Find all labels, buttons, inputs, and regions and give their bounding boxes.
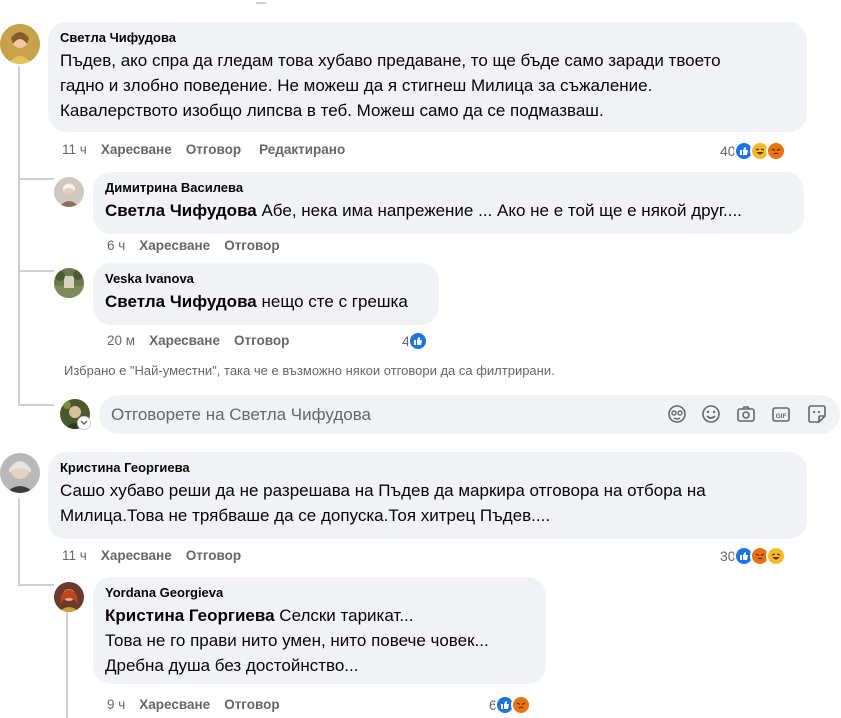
haha-icon [765, 546, 786, 566]
like-button[interactable]: Харесване [139, 697, 210, 713]
reply-text: Кристина Георгиева Селски тарикат... Тов… [105, 606, 489, 675]
avatar[interactable] [0, 453, 40, 493]
avatar[interactable] [54, 177, 84, 207]
reply-meta: 9 ч Харесване Отговор [107, 697, 280, 713]
edited-label[interactable]: Редактирано [259, 142, 345, 158]
thread-branch [18, 404, 54, 406]
thread-line [18, 66, 20, 406]
reply-button[interactable]: Отговор [224, 697, 279, 713]
reply-button[interactable]: Отговор [224, 238, 279, 254]
reaction-summary[interactable]: 30 [720, 546, 786, 566]
reply-author[interactable]: Yordana Georgieva [105, 585, 534, 601]
like-button[interactable]: Харесване [149, 333, 220, 349]
reaction-summary[interactable]: 40 [720, 141, 786, 161]
avatar[interactable] [54, 582, 84, 612]
reply-text: Светла Чифудова нещо сте с грешка [105, 292, 408, 311]
comment-author[interactable]: Светла Чифудова [60, 30, 795, 46]
mention-link[interactable]: Светла Чифудова [105, 292, 257, 311]
comment-text: Пъдев, ако спра да гледам това хубаво пр… [60, 51, 721, 120]
reply-button[interactable]: Отговор [186, 548, 241, 564]
timestamp[interactable]: 6 ч [107, 238, 125, 254]
top-divider-fragment [256, 0, 266, 4]
reply-bubble: Димитрина Василева Светла Чифудова Абе, … [93, 172, 804, 234]
mention-link[interactable]: Светла Чифудова [105, 201, 257, 220]
filter-note: Избрано е "Най-уместни", така че е възмо… [64, 363, 555, 378]
comment-bubble: Кристина Георгиева Сашо хубаво реши да н… [48, 452, 807, 539]
reply-text: Светла Чифудова Абе, нека има напрежение… [105, 201, 742, 220]
reply-button[interactable]: Отговор [186, 142, 241, 158]
reply-author[interactable]: Димитрина Василева [105, 180, 792, 196]
thread-branch [18, 584, 54, 586]
reaction-summary[interactable]: 4 [402, 331, 428, 351]
reply-meta: 20 м Харесване Отговор [107, 333, 289, 349]
timestamp[interactable]: 11 ч [62, 142, 87, 158]
comment-text: Сашо хубаво реши да не разрешава на Пъде… [60, 481, 706, 525]
thread-branch [18, 178, 54, 180]
thread-line [66, 612, 68, 718]
thread-line [18, 498, 20, 584]
comment-meta: 11 ч Харесване Отговор [62, 548, 241, 564]
like-button[interactable]: Харесване [101, 548, 172, 564]
reaction-summary[interactable]: 6 [489, 695, 531, 715]
reply-input[interactable]: Отговорете на Светла Чифудова [111, 405, 371, 425]
angry-icon [765, 141, 786, 161]
avatar-sticker-icon[interactable] [666, 403, 688, 425]
avatar[interactable] [54, 268, 84, 298]
camera-icon[interactable] [735, 403, 757, 425]
reply-bubble: Veska Ivanova Светла Чифудова нещо сте с… [93, 263, 439, 325]
reply-meta: 6 ч Харесване Отговор [107, 238, 280, 254]
like-button[interactable]: Харесване [139, 238, 210, 254]
mention-link[interactable]: Кристина Георгиева [105, 606, 275, 625]
comment-author[interactable]: Кристина Георгиева [60, 460, 795, 476]
account-switch-icon[interactable] [77, 416, 91, 430]
comment-meta: 11 ч Харесване Отговор Редактирано [62, 142, 345, 158]
reply-bubble: Yordana Georgieva Кристина Георгиева Сел… [93, 577, 546, 684]
comment-bubble: Светла Чифудова Пъдев, ако спра да гледа… [48, 22, 807, 132]
timestamp[interactable]: 11 ч [62, 548, 87, 564]
timestamp[interactable]: 20 м [107, 333, 135, 349]
like-icon [407, 331, 428, 351]
svg-text:GIF: GIF [776, 413, 787, 420]
like-button[interactable]: Харесване [101, 142, 172, 158]
reply-button[interactable]: Отговор [234, 333, 289, 349]
timestamp[interactable]: 9 ч [107, 697, 125, 713]
gif-icon[interactable]: GIF [770, 403, 792, 425]
angry-icon [510, 695, 531, 715]
reply-input-box[interactable]: Отговорете на Светла Чифудова GIF [99, 395, 840, 434]
sticker-icon[interactable] [806, 403, 828, 425]
reply-author[interactable]: Veska Ivanova [105, 271, 427, 287]
avatar[interactable] [0, 24, 40, 64]
emoji-icon[interactable] [700, 403, 722, 425]
thread-branch [18, 270, 54, 272]
